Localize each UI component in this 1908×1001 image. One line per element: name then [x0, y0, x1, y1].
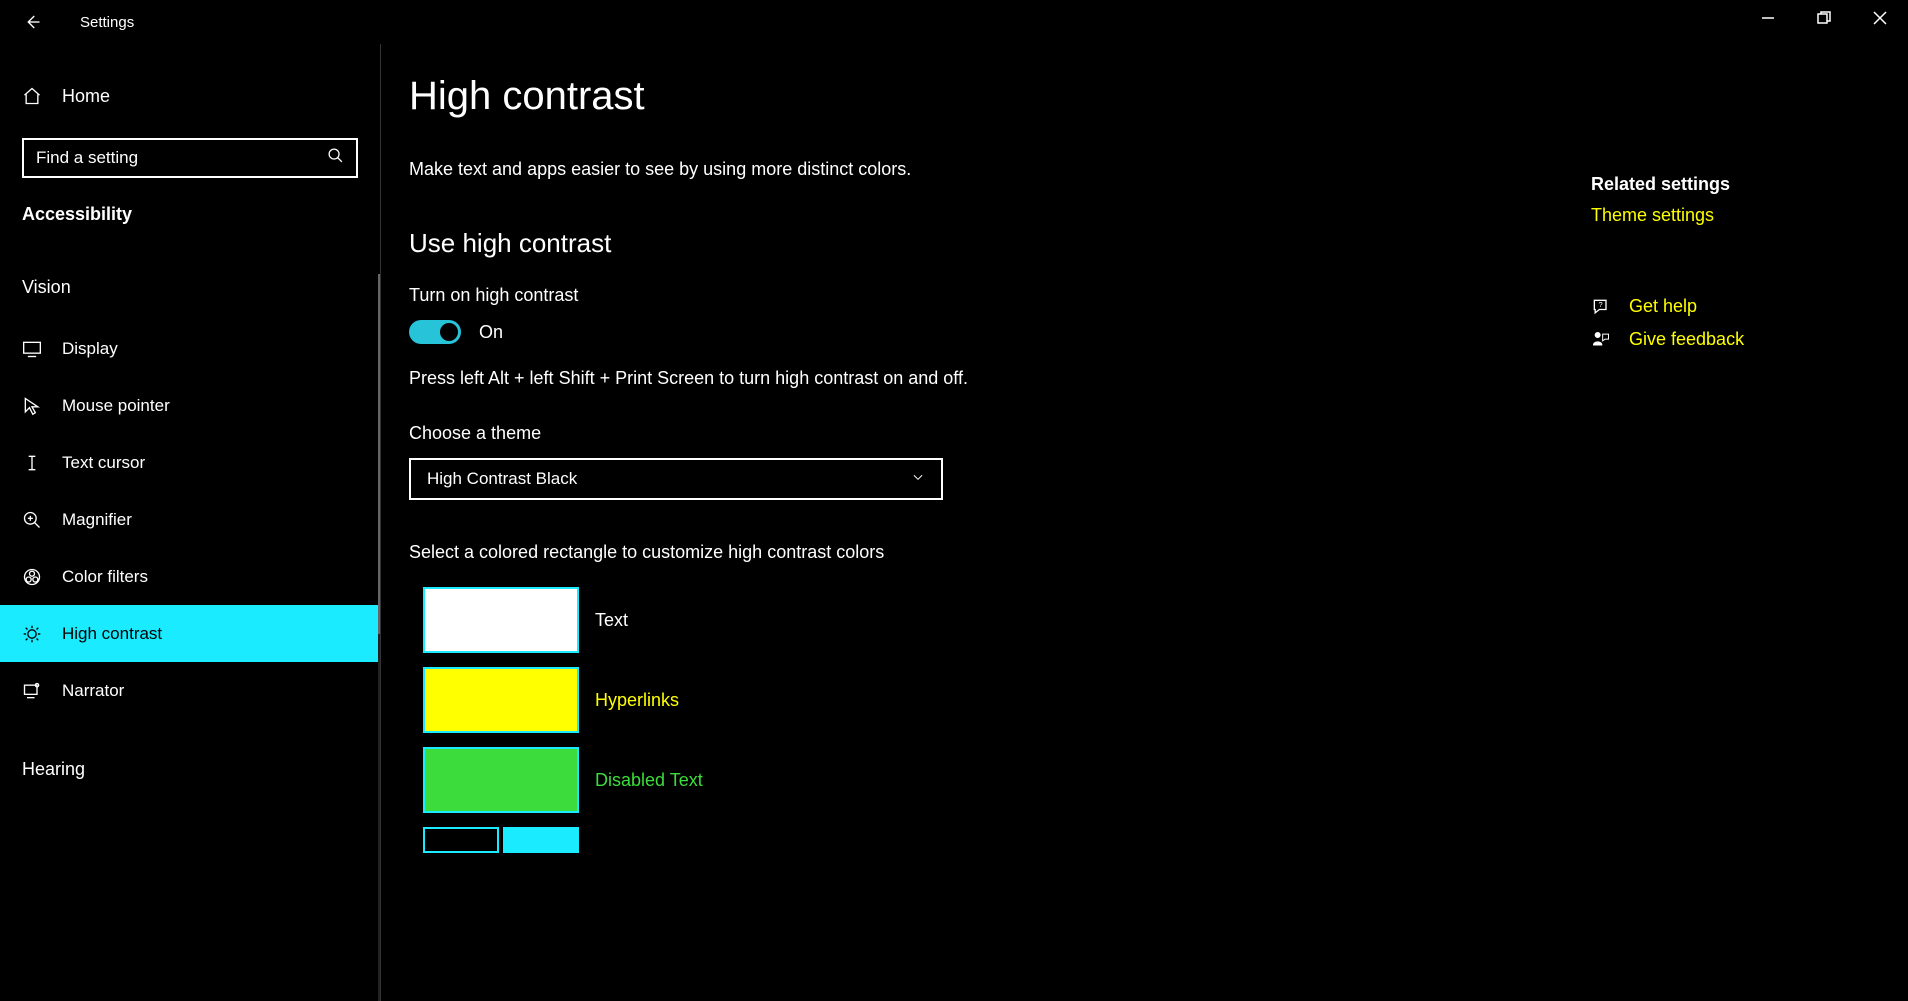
- cursor-icon: [22, 396, 44, 416]
- color-filters-icon: [22, 567, 44, 587]
- color-swatch-text[interactable]: [423, 587, 579, 653]
- sidebar-item-label: High contrast: [62, 624, 162, 644]
- minimize-button[interactable]: [1740, 0, 1796, 36]
- get-help-link[interactable]: Get help: [1629, 296, 1697, 317]
- svg-text:?: ?: [1599, 300, 1603, 309]
- main-content: High contrast Make text and apps easier …: [381, 44, 1908, 1001]
- color-swatch-disabled-text[interactable]: [423, 747, 579, 813]
- sidebar-item-label: Color filters: [62, 567, 148, 587]
- sidebar-item-label: Magnifier: [62, 510, 132, 530]
- theme-dropdown[interactable]: High Contrast Black: [409, 458, 943, 500]
- shortcut-hint: Press left Alt + left Shift + Print Scre…: [409, 368, 1908, 389]
- high-contrast-toggle[interactable]: [409, 320, 461, 344]
- choose-theme-label: Choose a theme: [409, 423, 1908, 444]
- color-swatch-selected-text-fg[interactable]: [423, 827, 499, 853]
- sidebar-item-label: Mouse pointer: [62, 396, 170, 416]
- related-panel: Related settings Theme settings ? Get he…: [1591, 174, 1891, 350]
- sidebar-item-mouse-pointer[interactable]: Mouse pointer: [0, 377, 380, 434]
- color-row-hyperlinks: Hyperlinks: [409, 667, 1908, 733]
- back-button[interactable]: [22, 12, 42, 32]
- sidebar: Home Accessibility Vision Display: [0, 44, 381, 1001]
- home-label: Home: [62, 86, 110, 107]
- color-row-selected-text: [409, 827, 1908, 853]
- narrator-icon: [22, 681, 44, 701]
- color-row-text: Text: [409, 587, 1908, 653]
- sidebar-item-narrator[interactable]: Narrator: [0, 662, 380, 719]
- close-button[interactable]: [1852, 0, 1908, 36]
- toggle-knob: [440, 323, 458, 341]
- help-icon: ?: [1591, 297, 1613, 317]
- chevron-down-icon: [911, 470, 925, 489]
- sidebar-item-text-cursor[interactable]: Text cursor: [0, 434, 380, 491]
- search-icon: [327, 147, 344, 169]
- window-controls: [1740, 0, 1908, 36]
- sidebar-item-label: Narrator: [62, 681, 124, 701]
- app-title: Settings: [80, 14, 134, 31]
- sidebar-item-label: Text cursor: [62, 453, 145, 473]
- magnifier-icon: [22, 510, 44, 530]
- category-vision: Vision: [0, 277, 380, 298]
- sidebar-item-label: Display: [62, 339, 118, 359]
- theme-settings-link[interactable]: Theme settings: [1591, 205, 1891, 226]
- color-swatch-selected-text-bg[interactable]: [503, 827, 579, 853]
- customize-hint: Select a colored rectangle to customize …: [409, 542, 1908, 563]
- search-input[interactable]: [36, 148, 327, 168]
- color-label: Hyperlinks: [595, 690, 679, 711]
- title-bar: Settings: [0, 0, 1908, 44]
- high-contrast-icon: [22, 624, 44, 644]
- category-hearing: Hearing: [0, 759, 380, 780]
- search-input-container[interactable]: [22, 138, 358, 178]
- give-feedback-link[interactable]: Give feedback: [1629, 329, 1744, 350]
- home-nav[interactable]: Home: [0, 72, 380, 120]
- sidebar-item-magnifier[interactable]: Magnifier: [0, 491, 380, 548]
- color-label: Disabled Text: [595, 770, 703, 791]
- color-row-disabled-text: Disabled Text: [409, 747, 1908, 813]
- text-cursor-icon: [22, 453, 44, 473]
- home-icon: [22, 86, 44, 106]
- color-label: Text: [595, 610, 628, 631]
- sidebar-group-heading: Accessibility: [0, 204, 380, 225]
- feedback-icon: [1591, 330, 1613, 350]
- display-icon: [22, 339, 44, 359]
- sidebar-item-high-contrast[interactable]: High contrast: [0, 605, 380, 662]
- sidebar-item-display[interactable]: Display: [0, 320, 380, 377]
- sidebar-scrollbar-thumb[interactable]: [378, 274, 380, 634]
- maximize-button[interactable]: [1796, 0, 1852, 36]
- sidebar-item-color-filters[interactable]: Color filters: [0, 548, 380, 605]
- theme-value: High Contrast Black: [427, 469, 577, 489]
- toggle-state-label: On: [479, 322, 503, 343]
- color-swatch-hyperlinks[interactable]: [423, 667, 579, 733]
- page-title: High contrast: [409, 74, 1908, 119]
- related-heading: Related settings: [1591, 174, 1891, 195]
